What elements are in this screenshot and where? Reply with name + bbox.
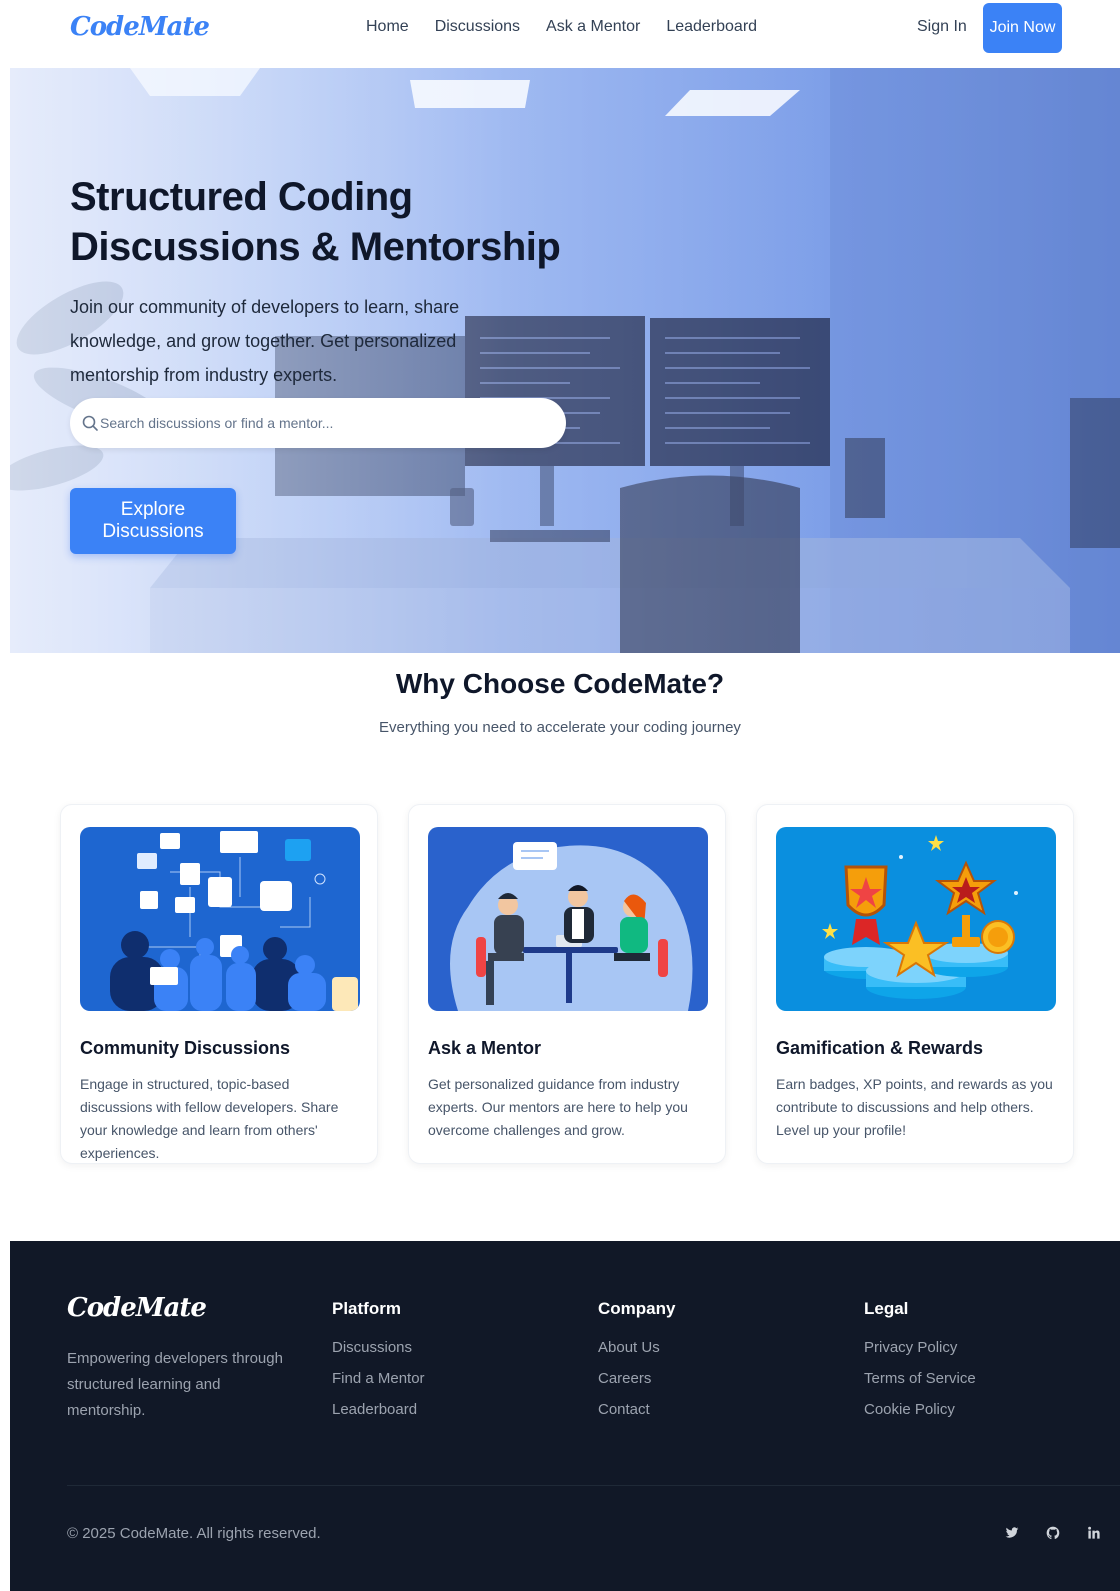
card-description: Engage in structured, topic-based discus… bbox=[80, 1076, 339, 1161]
mentor-illustration bbox=[428, 827, 708, 1011]
footer-column-company: Company About Us Careers Contact bbox=[598, 1299, 818, 1432]
card-description: Get personalized guidance from industry … bbox=[428, 1076, 688, 1138]
card-title: Ask a Mentor bbox=[428, 1038, 542, 1058]
footer-heading: Platform bbox=[332, 1299, 401, 1318]
nav-link-discussions[interactable]: Discussions bbox=[435, 18, 520, 36]
footer-link-find-mentor[interactable]: Find a Mentor bbox=[332, 1370, 552, 1387]
footer-link-terms[interactable]: Terms of Service bbox=[864, 1370, 1084, 1387]
sign-in-link[interactable]: Sign In bbox=[917, 18, 967, 36]
footer-tagline: Empowering developers through structured… bbox=[67, 1350, 283, 1419]
nav-link-home[interactable]: Home bbox=[366, 18, 409, 36]
footer-link-contact[interactable]: Contact bbox=[598, 1401, 818, 1418]
github-icon[interactable] bbox=[1043, 1525, 1063, 1545]
features-subtitle: Everything you need to accelerate your c… bbox=[379, 719, 741, 736]
copyright: © 2025 CodeMate. All rights reserved. bbox=[67, 1525, 321, 1542]
logo[interactable]: CodeMate bbox=[70, 12, 210, 42]
community-illustration bbox=[80, 827, 360, 1011]
footer-heading: Company bbox=[598, 1299, 676, 1318]
search-input[interactable] bbox=[100, 408, 550, 438]
card-title: Gamification & Rewards bbox=[776, 1038, 984, 1058]
hero-section: Structured Coding Discussions & Mentorsh… bbox=[10, 68, 1120, 653]
footer-link-leaderboard[interactable]: Leaderboard bbox=[332, 1401, 552, 1418]
hero-title: Structured Coding Discussions & Mentorsh… bbox=[70, 175, 561, 269]
footer-column-legal: Legal Privacy Policy Terms of Service Co… bbox=[864, 1299, 1084, 1432]
twitter-icon[interactable] bbox=[1002, 1525, 1022, 1545]
footer-link-careers[interactable]: Careers bbox=[598, 1370, 818, 1387]
footer: CodeMate Empowering developers through s… bbox=[10, 1241, 1120, 1591]
join-now-button[interactable]: Join Now bbox=[983, 3, 1062, 53]
nav-links: Home Discussions Ask a Mentor Leaderboar… bbox=[366, 18, 757, 36]
rewards-illustration bbox=[776, 827, 1056, 1011]
footer-link-discussions[interactable]: Discussions bbox=[332, 1339, 552, 1356]
hero-subtitle: Join our community of developers to lear… bbox=[70, 297, 460, 385]
feature-card-gamification: Gamification & Rewards Earn badges, XP p… bbox=[756, 804, 1074, 1164]
footer-link-about[interactable]: About Us bbox=[598, 1339, 818, 1356]
footer-logo[interactable]: CodeMate bbox=[67, 1293, 207, 1323]
footer-link-cookies[interactable]: Cookie Policy bbox=[864, 1401, 1084, 1418]
search-icon bbox=[82, 415, 98, 431]
linkedin-icon[interactable] bbox=[1084, 1525, 1104, 1545]
footer-divider bbox=[67, 1485, 1120, 1486]
card-description: Earn badges, XP points, and rewards as y… bbox=[776, 1076, 1053, 1138]
features-title: Why Choose CodeMate? bbox=[395, 668, 725, 699]
feature-card-community: Community Discussions Engage in structur… bbox=[60, 804, 378, 1164]
navbar: CodeMate Home Discussions Ask a Mentor L… bbox=[0, 0, 1120, 58]
footer-link-privacy[interactable]: Privacy Policy bbox=[864, 1339, 1084, 1356]
nav-link-leaderboard[interactable]: Leaderboard bbox=[666, 18, 757, 36]
nav-link-ask-mentor[interactable]: Ask a Mentor bbox=[546, 18, 640, 36]
footer-heading: Legal bbox=[864, 1299, 909, 1318]
feature-card-mentor: Ask a Mentor Get personalized guidance f… bbox=[408, 804, 726, 1164]
footer-column-platform: Platform Discussions Find a Mentor Leade… bbox=[332, 1299, 552, 1432]
card-title: Community Discussions bbox=[80, 1038, 291, 1058]
search-bar[interactable] bbox=[70, 398, 566, 448]
explore-discussions-button[interactable]: Explore Discussions bbox=[70, 488, 236, 554]
